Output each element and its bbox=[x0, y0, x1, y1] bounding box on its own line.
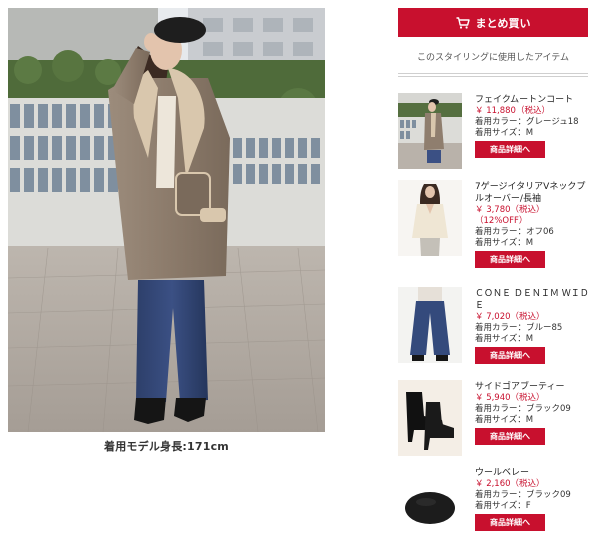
divider bbox=[398, 73, 588, 74]
item-detail-button[interactable]: 商品詳細へ bbox=[475, 251, 545, 268]
item-name[interactable]: ＣＯＮＥ ＤＥＮＩＭ ＷＩＤＥ bbox=[475, 288, 593, 312]
item-price: ￥ 11,880（税込） bbox=[475, 106, 550, 116]
item-color: 着用カラー：ブラック09 bbox=[475, 490, 571, 500]
item-thumbnail[interactable] bbox=[398, 287, 462, 363]
item-size: 着用サイズ：M bbox=[475, 334, 534, 344]
bulk-buy-label: まとめ買い bbox=[475, 16, 531, 30]
cart-icon bbox=[456, 16, 470, 29]
item-detail-label: 商品詳細へ bbox=[490, 145, 530, 154]
item-wool-beret: ウールベレー ￥ 2,160（税込） 着用カラー：ブラック09 着用サイズ：F … bbox=[398, 466, 598, 544]
bulk-buy-button[interactable]: まとめ買い bbox=[398, 8, 588, 37]
item-name[interactable]: ウールベレー bbox=[475, 467, 593, 479]
item-detail-label: 商品詳細へ bbox=[490, 351, 530, 360]
item-side-gore-booties: サイドゴアブーティー ￥ 5,940（税込） 着用カラー：ブラック09 着用サイ… bbox=[398, 380, 598, 460]
styling-photo-image bbox=[8, 8, 325, 432]
item-price: ￥ 5,940（税込） bbox=[475, 393, 545, 403]
item-size: 着用サイズ：M bbox=[475, 238, 534, 248]
item-color: 着用カラー：オフ06 bbox=[475, 227, 554, 237]
item-price: ￥ 2,160（税込） bbox=[475, 479, 545, 489]
item-detail-button[interactable]: 商品詳細へ bbox=[475, 514, 545, 531]
item-cone-denim-wide: ＣＯＮＥ ＤＥＮＩＭ ＷＩＤＥ ￥ 7,020（税込） 着用カラー：ブルー85 … bbox=[398, 287, 598, 367]
item-thumbnail[interactable] bbox=[398, 180, 462, 256]
item-size: 着用サイズ：M bbox=[475, 128, 534, 138]
item-vneck-pullover: 7ゲージイタリアVネックプルオーバー/長袖 ￥ 3,780（税込） （12%OF… bbox=[398, 180, 598, 268]
item-detail-label: 商品詳細へ bbox=[490, 255, 530, 264]
item-detail-label: 商品詳細へ bbox=[490, 432, 530, 441]
item-thumbnail[interactable] bbox=[398, 466, 462, 542]
item-name[interactable]: フェイクムートンコート bbox=[475, 94, 593, 106]
item-price: ￥ 3,780（税込） bbox=[475, 205, 545, 215]
item-detail-button[interactable]: 商品詳細へ bbox=[475, 347, 545, 364]
item-thumbnail[interactable] bbox=[398, 380, 462, 456]
main-styling-photo bbox=[8, 8, 325, 432]
item-size: 着用サイズ：F bbox=[475, 501, 531, 511]
item-price: ￥ 7,020（税込） bbox=[475, 312, 545, 322]
item-detail-button[interactable]: 商品詳細へ bbox=[475, 141, 545, 158]
item-discount: （12%OFF） bbox=[475, 216, 528, 226]
item-detail-label: 商品詳細へ bbox=[490, 518, 530, 527]
item-color: 着用カラー：ブルー85 bbox=[475, 323, 563, 333]
item-name[interactable]: サイドゴアブーティー bbox=[475, 381, 593, 393]
model-height-caption: 着用モデル身長:171cm bbox=[104, 440, 229, 453]
item-thumbnail[interactable] bbox=[398, 93, 462, 169]
items-section-heading: このスタイリングに使用したアイテム bbox=[416, 53, 570, 63]
item-size: 着用サイズ：M bbox=[475, 415, 534, 425]
item-detail-button[interactable]: 商品詳細へ bbox=[475, 428, 545, 445]
item-color: 着用カラー：グレージュ18 bbox=[475, 117, 579, 127]
item-faux-mouton-coat: フェイクムートンコート ￥ 11,880（税込） 着用カラー：グレージュ18 着… bbox=[398, 93, 598, 173]
divider bbox=[398, 76, 588, 77]
item-name[interactable]: 7ゲージイタリアVネックプルオーバー/長袖 bbox=[475, 181, 593, 205]
item-color: 着用カラー：ブラック09 bbox=[475, 404, 571, 414]
